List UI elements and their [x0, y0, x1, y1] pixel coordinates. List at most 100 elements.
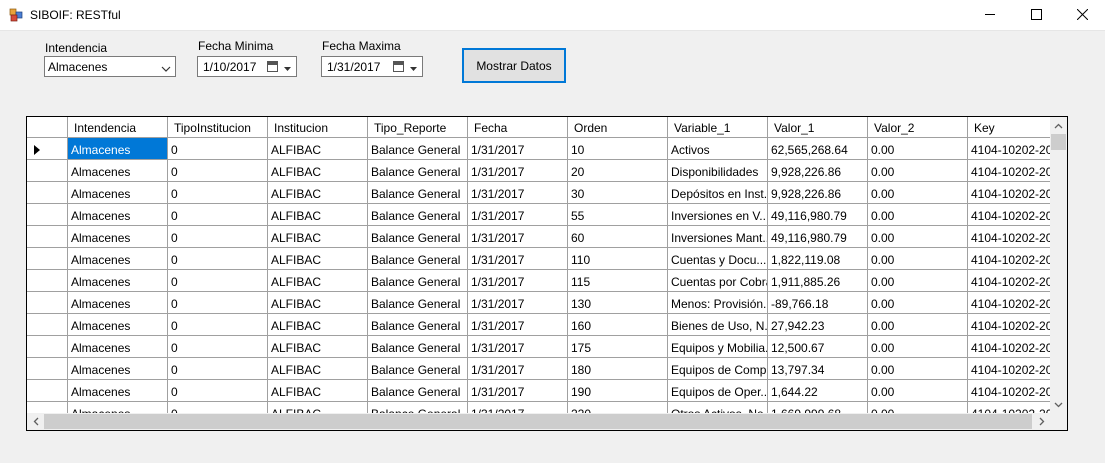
grid-cell[interactable]: 115: [568, 270, 668, 292]
grid-cell[interactable]: 0.00: [868, 292, 968, 314]
grid-cell[interactable]: 49,116,980.79: [768, 226, 868, 248]
grid-cell[interactable]: Almacenes: [68, 380, 168, 402]
grid-cell[interactable]: 1/31/2017: [468, 358, 568, 380]
grid-cell[interactable]: Cuentas y Docu...: [668, 248, 768, 270]
grid-cell[interactable]: 0: [168, 314, 268, 336]
grid-cell[interactable]: Almacenes: [68, 270, 168, 292]
grid-cell[interactable]: Almacenes: [68, 182, 168, 204]
grid-cell[interactable]: ALFIBAC: [268, 248, 368, 270]
grid-cell[interactable]: Balance General: [368, 160, 468, 182]
minimize-button[interactable]: [967, 0, 1013, 31]
grid-cell[interactable]: Inversiones en V...: [668, 204, 768, 226]
scroll-left-icon[interactable]: [27, 413, 44, 430]
grid-cell[interactable]: 10: [568, 138, 668, 160]
grid-cell[interactable]: 0: [168, 380, 268, 402]
grid-cell[interactable]: Almacenes: [68, 358, 168, 380]
vertical-scroll-thumb[interactable]: [1051, 134, 1066, 150]
grid-cell[interactable]: Balance General: [368, 314, 468, 336]
grid-cell[interactable]: ALFIBAC: [268, 182, 368, 204]
grid-cell[interactable]: ALFIBAC: [268, 160, 368, 182]
column-header[interactable]: Orden: [568, 117, 668, 138]
grid-cell[interactable]: Equipos de Comp...: [668, 358, 768, 380]
grid-cell[interactable]: 1/31/2017: [468, 182, 568, 204]
row-header[interactable]: [27, 160, 68, 182]
column-header[interactable]: Valor_2: [868, 117, 968, 138]
column-header[interactable]: Valor_1: [768, 117, 868, 138]
row-header[interactable]: [27, 380, 68, 402]
grid-cell[interactable]: Activos: [668, 138, 768, 160]
grid-cell[interactable]: Balance General: [368, 182, 468, 204]
data-grid[interactable]: Intendencia TipoInstitucion Institucion Tip…: [26, 116, 1068, 431]
grid-cell[interactable]: 1/31/2017: [468, 380, 568, 402]
column-header[interactable]: Tipo_Reporte: [368, 117, 468, 138]
grid-cell[interactable]: 1/31/2017: [468, 270, 568, 292]
grid-cell[interactable]: ALFIBAC: [268, 292, 368, 314]
row-header[interactable]: [27, 226, 68, 248]
grid-cell[interactable]: 0: [168, 182, 268, 204]
grid-cell[interactable]: 1/31/2017: [468, 226, 568, 248]
grid-cell[interactable]: 9,928,226.86: [768, 160, 868, 182]
row-header[interactable]: [27, 336, 68, 358]
grid-cell[interactable]: 12,500.67: [768, 336, 868, 358]
grid-cell[interactable]: 130: [568, 292, 668, 314]
maximize-button[interactable]: [1013, 0, 1059, 31]
grid-cell[interactable]: 190: [568, 380, 668, 402]
grid-corner-header[interactable]: [27, 117, 68, 138]
grid-cell[interactable]: 0.00: [868, 380, 968, 402]
grid-cell[interactable]: 62,565,268.64: [768, 138, 868, 160]
grid-cell[interactable]: 0: [168, 358, 268, 380]
vertical-scrollbar[interactable]: [1050, 117, 1067, 413]
scroll-right-icon[interactable]: [1033, 413, 1050, 430]
grid-cell[interactable]: 20: [568, 160, 668, 182]
intendencia-combobox[interactable]: Almacenes: [44, 56, 176, 77]
grid-cell[interactable]: -89,766.18: [768, 292, 868, 314]
grid-cell[interactable]: ALFIBAC: [268, 204, 368, 226]
grid-cell[interactable]: 30: [568, 182, 668, 204]
grid-cell[interactable]: Disponibilidades: [668, 160, 768, 182]
grid-cell[interactable]: 0.00: [868, 314, 968, 336]
grid-cell[interactable]: 0.00: [868, 270, 968, 292]
grid-cell[interactable]: 13,797.34: [768, 358, 868, 380]
horizontal-scrollbar[interactable]: [27, 413, 1050, 430]
grid-cell[interactable]: 0: [168, 226, 268, 248]
grid-cell[interactable]: 55: [568, 204, 668, 226]
grid-cell[interactable]: 60: [568, 226, 668, 248]
grid-cell[interactable]: ALFIBAC: [268, 358, 368, 380]
grid-cell[interactable]: 1,822,119.08: [768, 248, 868, 270]
grid-cell[interactable]: 0: [168, 292, 268, 314]
grid-cell[interactable]: 0: [168, 160, 268, 182]
grid-cell[interactable]: Balance General: [368, 270, 468, 292]
grid-cell[interactable]: 49,116,980.79: [768, 204, 868, 226]
grid-cell[interactable]: 0.00: [868, 204, 968, 226]
mostrar-datos-button[interactable]: Mostrar Datos: [462, 48, 566, 83]
grid-cell[interactable]: 1/31/2017: [468, 138, 568, 160]
column-header[interactable]: Institucion: [268, 117, 368, 138]
grid-cell[interactable]: Balance General: [368, 248, 468, 270]
grid-cell[interactable]: Balance General: [368, 204, 468, 226]
grid-cell[interactable]: ALFIBAC: [268, 226, 368, 248]
grid-cell[interactable]: Depósitos en Inst...: [668, 182, 768, 204]
scroll-down-icon[interactable]: [1050, 396, 1067, 413]
grid-cell[interactable]: 0.00: [868, 336, 968, 358]
row-header[interactable]: [27, 314, 68, 336]
grid-cell[interactable]: Balance General: [368, 336, 468, 358]
row-header[interactable]: [27, 270, 68, 292]
grid-cell[interactable]: 0.00: [868, 138, 968, 160]
column-header[interactable]: Intendencia: [68, 117, 168, 138]
scroll-up-icon[interactable]: [1050, 117, 1067, 134]
row-header[interactable]: [27, 292, 68, 314]
fecha-maxima-picker[interactable]: 1/31/2017: [321, 56, 423, 77]
grid-cell[interactable]: Almacenes: [68, 292, 168, 314]
grid-cell[interactable]: 1,644.22: [768, 380, 868, 402]
grid-cell[interactable]: Balance General: [368, 226, 468, 248]
grid-cell[interactable]: Cuentas por Cobrar: [668, 270, 768, 292]
grid-cell[interactable]: 0: [168, 138, 268, 160]
fecha-minima-picker[interactable]: 1/10/2017: [197, 56, 297, 77]
horizontal-scroll-thumb[interactable]: [44, 414, 1032, 429]
grid-cell[interactable]: 9,928,226.86: [768, 182, 868, 204]
grid-cell[interactable]: Equipos y Mobilia...: [668, 336, 768, 358]
grid-cell[interactable]: Inversiones Mant...: [668, 226, 768, 248]
grid-cell[interactable]: ALFIBAC: [268, 380, 368, 402]
grid-cell[interactable]: Almacenes: [68, 226, 168, 248]
grid-cell[interactable]: 110: [568, 248, 668, 270]
